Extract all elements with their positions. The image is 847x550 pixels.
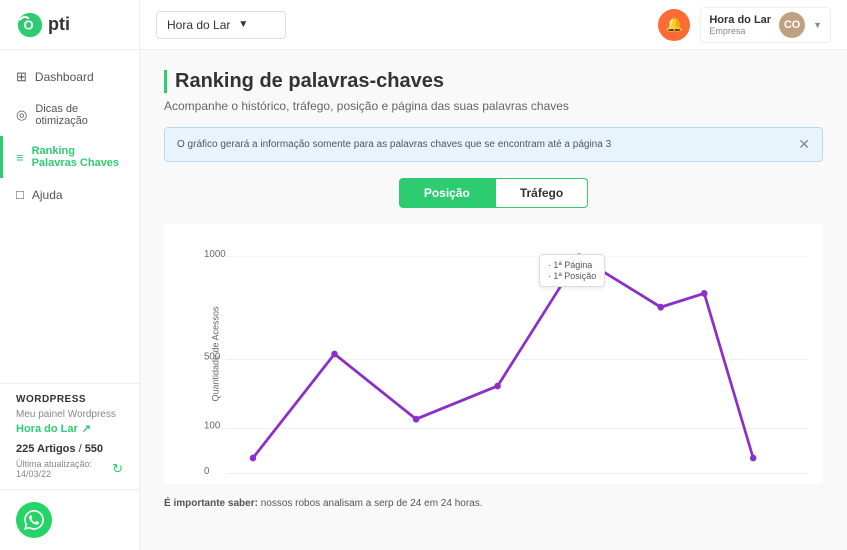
footer-note: É importante saber: nossos robos analisa… — [164, 498, 823, 509]
page-subtitle: Acompanhe o histórico, tráfego, posição … — [164, 99, 823, 113]
dashboard-icon: ⊞ — [16, 69, 27, 85]
last-update: Última atualização: 14/03/22 ↻ — [16, 459, 123, 479]
dashboard-label: Dashboard — [35, 70, 94, 84]
site-name: Hora do Lar — [167, 18, 230, 32]
chevron-down-icon: ▼ — [238, 19, 248, 30]
chart-point — [250, 455, 257, 462]
wordpress-section: WORDPRESS Meu painel Wordpress Hora do L… — [0, 383, 139, 489]
sidebar-bottom — [0, 489, 139, 550]
toggle-posicao-button[interactable]: Posição — [399, 178, 495, 208]
site-selector[interactable]: Hora do Lar ▼ — [156, 11, 286, 39]
topbar: Hora do Lar ▼ 🔔 Hora do Lar Empresa CO ▼ — [140, 0, 847, 50]
svg-text:O: O — [23, 17, 33, 32]
chart-tooltip: · 1ª Página · 1ª Posição — [539, 254, 605, 287]
topbar-right: 🔔 Hora do Lar Empresa CO ▼ — [658, 7, 831, 43]
chart-point — [701, 290, 708, 297]
line-chart: 0 100 500 1000 DD/MM DD/MM DD/MM DD/MM D… — [204, 234, 813, 474]
articles-count: 225 Artigos / 550 — [16, 443, 123, 455]
ranking-label: Ranking Palavras Chaves — [32, 145, 123, 169]
ajuda-icon: □ — [16, 187, 24, 202]
close-banner-button[interactable]: ✕ — [798, 136, 810, 153]
chart-line — [253, 257, 753, 458]
sidebar-nav: ⊞ Dashboard ◎ Dicas de otimização ≡ Rank… — [0, 50, 139, 383]
logo-text: pti — [48, 14, 70, 35]
wordpress-sublabel: Meu painel Wordpress — [16, 409, 123, 420]
svg-text:1000: 1000 — [204, 249, 226, 260]
user-text-block: Hora do Lar Empresa — [709, 14, 771, 36]
sidebar: O pti ⊞ Dashboard ◎ Dicas de otimização … — [0, 0, 140, 550]
wordpress-link[interactable]: Hora do Lar ↗ — [16, 422, 123, 435]
chart-point — [413, 416, 420, 423]
notification-button[interactable]: 🔔 — [658, 9, 690, 41]
wordpress-label: WORDPRESS — [16, 394, 123, 405]
ajuda-label: Ajuda — [32, 188, 63, 202]
svg-text:500: 500 — [204, 352, 221, 363]
dicas-icon: ◎ — [16, 107, 27, 123]
user-role: Empresa — [709, 26, 771, 36]
whatsapp-button[interactable] — [16, 502, 52, 538]
toggle-group: Posição Tráfego — [164, 178, 823, 208]
toggle-trafego-button[interactable]: Tráfego — [495, 178, 588, 208]
ranking-icon: ≡ — [16, 150, 24, 165]
footer-note-text: nossos robos analisam a serp de 24 em 24… — [261, 498, 483, 509]
page-title: Ranking de palavras-chaves — [164, 70, 823, 93]
avatar: CO — [779, 12, 805, 38]
chart-container: Quantidade de Acessos · 1ª Página · 1ª P… — [164, 224, 823, 484]
tooltip-line1: · 1ª Página — [548, 260, 596, 270]
whatsapp-icon — [24, 510, 44, 530]
user-chevron-icon: ▼ — [813, 20, 822, 30]
tooltip-line2: · 1ª Posição — [548, 271, 596, 281]
sidebar-item-dicas[interactable]: ◎ Dicas de otimização — [0, 94, 139, 136]
page-content: Ranking de palavras-chaves Acompanhe o h… — [140, 50, 847, 550]
sidebar-item-dashboard[interactable]: ⊞ Dashboard — [0, 60, 139, 94]
refresh-icon[interactable]: ↻ — [112, 461, 123, 477]
logo-icon: O — [16, 11, 44, 39]
info-banner: O gráfico gerará a informação somente pa… — [164, 127, 823, 162]
svg-text:100: 100 — [204, 420, 221, 431]
chart-inner: · 1ª Página · 1ª Posição 0 100 500 1000 — [204, 234, 813, 474]
bell-icon: 🔔 — [666, 16, 683, 33]
dicas-label: Dicas de otimização — [35, 103, 123, 127]
chart-point — [494, 383, 501, 390]
sidebar-item-ranking[interactable]: ≡ Ranking Palavras Chaves — [0, 136, 139, 178]
main-content: Hora do Lar ▼ 🔔 Hora do Lar Empresa CO ▼… — [140, 0, 847, 550]
external-link-icon: ↗ — [82, 422, 91, 435]
footer-note-strong: É importante saber: — [164, 498, 258, 509]
sidebar-item-ajuda[interactable]: □ Ajuda — [0, 178, 139, 211]
info-banner-text: O gráfico gerará a informação somente pa… — [177, 139, 611, 150]
topbar-left: Hora do Lar ▼ — [156, 11, 286, 39]
logo: O pti — [0, 0, 139, 50]
chart-point — [331, 351, 338, 358]
svg-text:0: 0 — [204, 466, 210, 474]
chart-point — [750, 455, 757, 462]
chart-point — [657, 304, 664, 311]
user-info[interactable]: Hora do Lar Empresa CO ▼ — [700, 7, 831, 43]
user-name: Hora do Lar — [709, 14, 771, 26]
